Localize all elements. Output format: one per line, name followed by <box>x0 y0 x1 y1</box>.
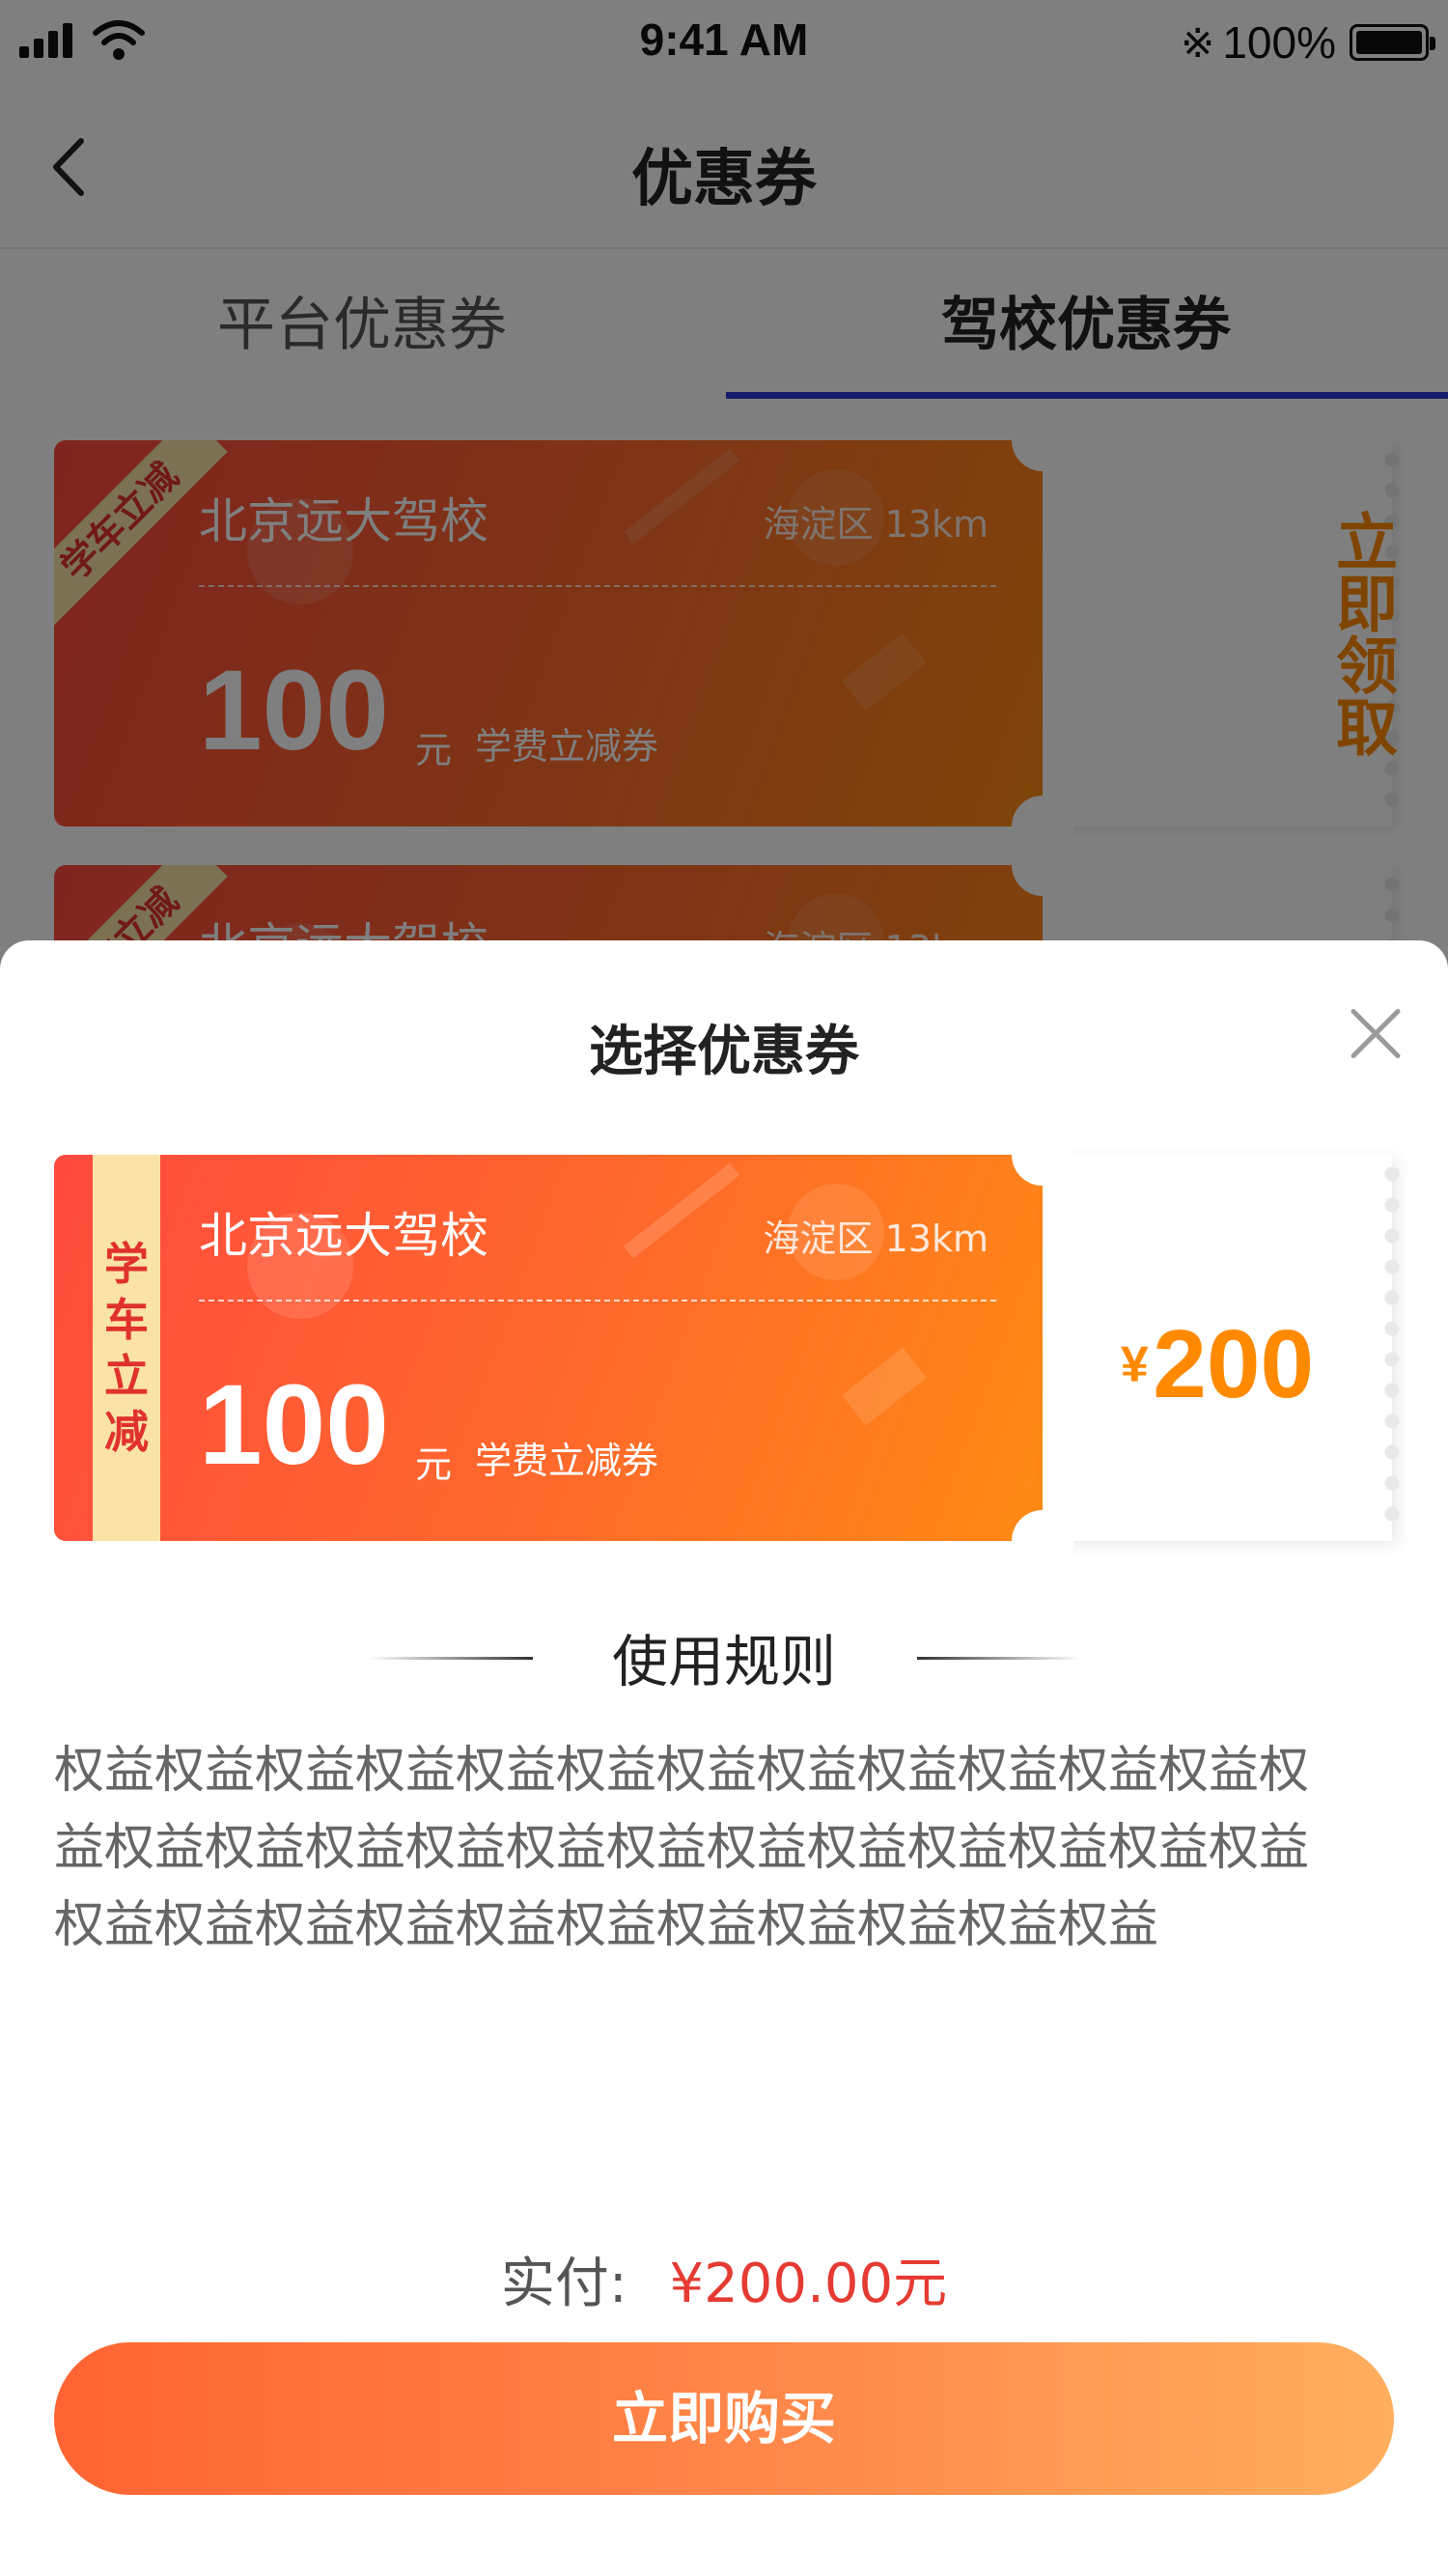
coupon-school-name: 北京远大驾校 <box>199 1208 488 1264</box>
coupon-page: 9:41 AM ※ 100% 优惠券 平台优惠券 驾校优惠券 学车立减 北京远大… <box>0 0 1448 2576</box>
close-icon[interactable] <box>1346 1004 1406 1064</box>
coupon-divider <box>199 1300 996 1302</box>
coupon-price-stub: ¥ 200 <box>1012 1124 1402 1572</box>
coupon-amount: 100 <box>199 1361 389 1489</box>
selected-coupon-card[interactable]: 学车立减 北京远大驾校 海淀区 13km 100 元 学费立减券 <box>54 1155 1043 1541</box>
sheet-title: 选择优惠券 <box>589 1021 859 1083</box>
rules-text: 权益权益权益权益权益权益权益权益权益权益权益权益权益权益权益权益权益权益权益权益… <box>54 1742 1310 1954</box>
coupon-location: 海淀区 13km <box>763 1218 989 1260</box>
price-value: 200 <box>1153 1310 1315 1418</box>
coupon-badge: 学车立减 <box>104 1238 149 1458</box>
pay-label: 实付: <box>500 2253 627 2315</box>
payment-summary: 实付: ¥200.00元 <box>0 2240 1448 2318</box>
coupon-badge-band: 学车立减 <box>93 1155 160 1541</box>
rules-divider-right <box>917 1657 1081 1660</box>
pay-amount: ¥200.00元 <box>669 2253 948 2315</box>
coupon-price: ¥ 200 <box>1043 1309 1392 1420</box>
currency-symbol: ¥ <box>1120 1336 1149 1393</box>
buy-now-button[interactable]: 立即购买 <box>54 2342 1394 2495</box>
rules-title: 使用规则 <box>611 1629 836 1694</box>
select-coupon-sheet: 选择优惠券 学车立减 北京远大驾校 海淀区 13km 100 元 学费立减券 ¥… <box>0 940 1448 2576</box>
coupon-unit: 元 <box>415 1443 453 1486</box>
coupon-description: 学费立减券 <box>475 1440 659 1482</box>
